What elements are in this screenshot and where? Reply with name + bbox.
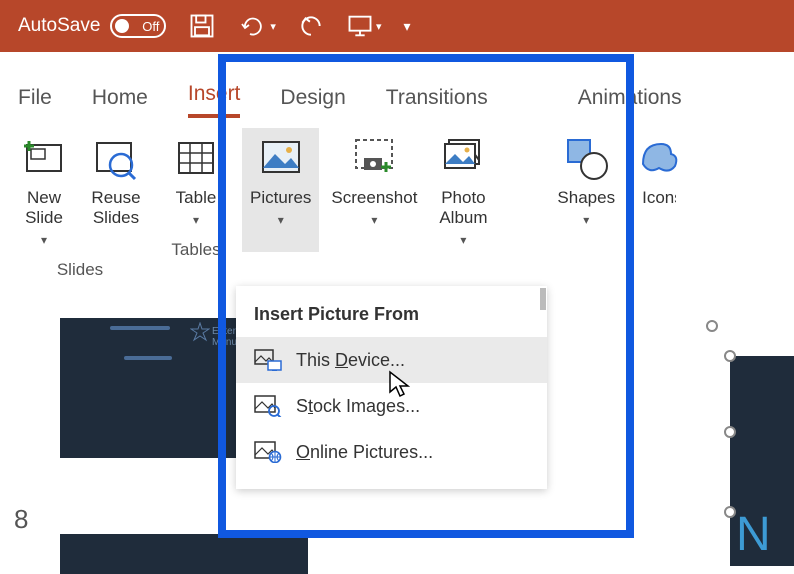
menu-online-pictures-label: Online Pictures...	[296, 442, 433, 463]
tab-transitions[interactable]: Transitions	[386, 86, 488, 118]
selection-handle[interactable]	[724, 350, 736, 362]
online-pictures-icon	[254, 441, 282, 463]
undo-icon[interactable]: ▾	[238, 14, 276, 38]
icons-button[interactable]: Icons	[627, 128, 691, 232]
screenshot-label: Screenshot	[331, 188, 417, 208]
tab-animations[interactable]: Animations	[578, 86, 682, 118]
scrollbar[interactable]	[540, 288, 546, 310]
pictures-icon	[257, 134, 305, 182]
edit-canvas[interactable]: N	[700, 320, 794, 570]
chevron-down-icon: ▾	[460, 234, 466, 246]
shapes-label: Shapes	[557, 188, 615, 208]
selection-handle[interactable]	[724, 426, 736, 438]
pictures-button[interactable]: Pictures ▾	[242, 128, 319, 252]
new-slide-button[interactable]: New Slide ▾	[10, 128, 78, 252]
group-tables-label: Tables	[171, 232, 220, 264]
tab-insert[interactable]: Insert	[188, 82, 241, 118]
menu-this-device-label: This Device...	[296, 350, 405, 371]
stock-images-icon	[254, 395, 282, 417]
selection-handle[interactable]	[706, 320, 718, 332]
mouse-cursor	[388, 370, 410, 398]
tab-home[interactable]: Home	[92, 86, 148, 118]
save-icon[interactable]	[188, 12, 216, 40]
thumb-shape	[110, 326, 170, 330]
group-images: Pictures ▾ Screenshot ▾ Photo Album ▾	[236, 128, 503, 318]
table-label: Table	[176, 188, 217, 208]
autosave-control[interactable]: AutoSave Off	[18, 14, 166, 38]
screenshot-button[interactable]: Screenshot ▾	[323, 128, 425, 252]
tab-design[interactable]: Design	[280, 86, 345, 118]
present-icon[interactable]: ▾	[346, 12, 382, 40]
photo-album-icon	[439, 134, 487, 182]
customize-qat-icon[interactable]: ▾	[403, 18, 410, 35]
new-slide-icon	[20, 134, 68, 182]
group-tables: Table ▾ Tables	[156, 128, 236, 318]
autosave-toggle[interactable]: Off	[110, 14, 166, 38]
menu-online-pictures[interactable]: Online Pictures...	[236, 429, 547, 475]
autosave-label: AutoSave	[18, 15, 100, 37]
pictures-label: Pictures	[250, 188, 311, 208]
icons-icon	[635, 134, 683, 182]
autosave-state: Off	[142, 19, 159, 34]
new-slide-label: New Slide	[25, 188, 63, 228]
chevron-down-icon: ▾	[278, 214, 284, 226]
table-button[interactable]: Table ▾	[162, 128, 230, 232]
reuse-slides-button[interactable]: Reuse Slides	[82, 128, 150, 252]
dropdown-header: Insert Picture From	[236, 296, 547, 337]
shapes-icon	[562, 134, 610, 182]
slide-number: 8	[14, 504, 28, 535]
screenshot-icon	[350, 134, 398, 182]
chevron-down-icon: ▾	[583, 214, 589, 226]
reuse-slides-label: Reuse Slides	[91, 188, 140, 228]
this-device-icon	[254, 349, 282, 371]
photo-album-button[interactable]: Photo Album ▾	[429, 128, 497, 252]
selection-handle[interactable]	[724, 506, 736, 518]
reuse-slides-icon	[92, 134, 140, 182]
table-icon	[172, 134, 220, 182]
ribbon: New Slide ▾ Reuse Slides Slides Table ▾ …	[0, 118, 794, 318]
chevron-down-icon: ▾	[41, 234, 47, 246]
group-slides: New Slide ▾ Reuse Slides Slides	[4, 128, 156, 318]
title-bar: AutoSave Off ▾ ▾ ▾	[0, 0, 794, 52]
group-slides-label: Slides	[57, 252, 103, 284]
group-illustrations: Shapes ▾ Icons	[543, 128, 697, 318]
chevron-down-icon: ▾	[371, 214, 377, 226]
ribbon-tabs: File Home Insert Design Transitions Anim…	[0, 52, 794, 118]
thumb-shape	[124, 356, 172, 360]
slide-object[interactable]: N	[730, 356, 794, 566]
chevron-down-icon: ▾	[193, 214, 199, 226]
shapes-button[interactable]: Shapes ▾	[549, 128, 623, 232]
icons-label: Icons	[642, 188, 676, 208]
slide-thumbnail-next[interactable]	[60, 534, 308, 574]
photo-album-label: Photo Album	[439, 188, 487, 228]
slide-text-fragment: N	[736, 507, 771, 562]
redo-icon[interactable]	[298, 13, 324, 39]
tab-file[interactable]: File	[18, 86, 52, 118]
menu-stock-images-label: Stock Images...	[296, 396, 420, 417]
